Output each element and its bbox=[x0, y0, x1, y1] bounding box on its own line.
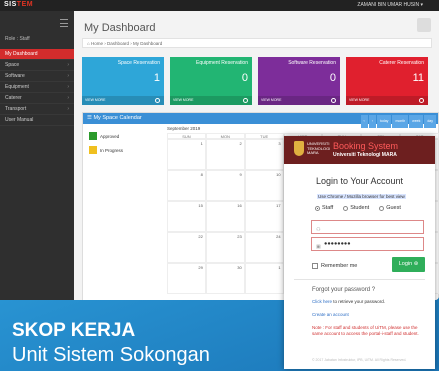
copyright: © 2017 Jabatan Infostruktur, IPB, UiTM. … bbox=[312, 358, 407, 362]
arrow-circle-icon bbox=[331, 98, 336, 103]
hero-subheading: Unit Sistem Sokongan bbox=[12, 344, 210, 366]
legend-in-progress: In Progress bbox=[89, 146, 123, 154]
tile-label: Caterer Reservation bbox=[379, 60, 424, 66]
remember-checkbox[interactable] bbox=[312, 263, 318, 269]
remember-me[interactable]: Remember me bbox=[312, 263, 357, 269]
sidebar-item-equipment[interactable]: Equipment › bbox=[0, 82, 74, 93]
tile-footer[interactable]: VIEW MORE bbox=[258, 96, 340, 105]
calendar-day-cell[interactable]: 24 bbox=[244, 232, 284, 263]
browser-note: Use Chrome / Mozilla browser for best vi… bbox=[317, 194, 406, 199]
day-view-button[interactable]: day bbox=[424, 115, 436, 128]
create-account-link[interactable]: Create an account bbox=[312, 312, 349, 317]
tile-caterer-reservation[interactable]: Caterer Reservation 11 VIEW MORE bbox=[346, 57, 428, 105]
calendar-day-cell[interactable]: 17 bbox=[244, 201, 284, 232]
login-button[interactable]: Login ⊛ bbox=[392, 257, 425, 272]
calendar-day-cell[interactable]: 1 bbox=[167, 139, 206, 170]
university-name: Universiti Teknologi MARA bbox=[333, 152, 397, 158]
menu-toggle-icon[interactable] bbox=[60, 19, 68, 27]
system-title: Booking System bbox=[333, 141, 399, 151]
remember-label: Remember me bbox=[321, 263, 358, 269]
tile-count: 0 bbox=[241, 72, 248, 84]
calendar-day-cell[interactable]: 29 bbox=[167, 263, 206, 294]
calendar-day-cell[interactable]: 10 bbox=[244, 170, 284, 201]
arrow-circle-icon bbox=[419, 98, 424, 103]
calendar-day-cell[interactable]: 3 bbox=[244, 139, 284, 170]
sidebar-item-user-manual[interactable]: User Manual bbox=[0, 115, 74, 126]
login-title: Login to Your Account bbox=[315, 176, 404, 186]
tile-space-reservation[interactable]: Space Reservation 1 VIEW MORE bbox=[82, 57, 164, 105]
sidebar-item-software[interactable]: Software › bbox=[0, 71, 74, 82]
calendar-day-cell[interactable]: 8 bbox=[167, 170, 206, 201]
sidebar: Role : Staff My Dashboard Space › Softwar… bbox=[0, 11, 74, 300]
tile-footer[interactable]: VIEW MORE bbox=[170, 96, 252, 105]
calendar-day-cell[interactable]: 30 bbox=[205, 263, 245, 294]
top-bar: SISTEM ZAMANI BIN UMAR HUSIN ▾ bbox=[0, 0, 439, 11]
user-menu[interactable]: ZAMANI BIN UMAR HUSIN ▾ bbox=[357, 2, 423, 8]
arrow-circle-icon bbox=[155, 98, 160, 103]
tile-footer[interactable]: VIEW MORE bbox=[346, 96, 428, 105]
login-panel: UNIVERSITI TEKNOLOGI MARA Booking System… bbox=[284, 136, 435, 369]
retrieve-password-link[interactable]: Click here bbox=[312, 299, 332, 304]
sidebar-item-transport[interactable]: Transport › bbox=[0, 104, 74, 115]
today-button[interactable]: today bbox=[376, 115, 392, 128]
page-title: My Dashboard bbox=[84, 22, 156, 34]
calendar-day-cell[interactable]: 23 bbox=[205, 232, 245, 263]
calendar-month: September 2019 bbox=[167, 126, 201, 131]
calendar-day-cell[interactable]: 15 bbox=[167, 201, 206, 232]
divider bbox=[294, 279, 425, 280]
week-view-button[interactable]: week bbox=[409, 115, 424, 128]
legend-approved: Approved bbox=[89, 132, 123, 140]
tile-label: Equipment Reservation bbox=[196, 60, 248, 66]
settings-icon[interactable] bbox=[417, 18, 431, 32]
tile-equipment-reservation[interactable]: Equipment Reservation 0 VIEW MORE bbox=[170, 57, 252, 105]
tile-count: 0 bbox=[329, 72, 336, 84]
hero-heading: SKOP KERJA bbox=[12, 320, 136, 341]
month-view-button[interactable]: month bbox=[392, 115, 409, 128]
breadcrumb[interactable]: ⌂ Home › Dashboard › My Dashboard bbox=[82, 38, 432, 48]
tile-label: Software Reservation bbox=[288, 60, 336, 66]
next-button[interactable]: › bbox=[368, 115, 376, 128]
role-radio-staff[interactable]: Staff bbox=[315, 205, 333, 211]
sidebar-item-caterer[interactable]: Caterer › bbox=[0, 93, 74, 104]
sidebar-item-space[interactable]: Space › bbox=[0, 60, 74, 71]
tile-count: 1 bbox=[153, 72, 160, 84]
role-label: Role : Staff bbox=[5, 36, 30, 42]
calendar-day-cell[interactable]: 22 bbox=[167, 232, 206, 263]
calendar-day-cell[interactable]: 1 bbox=[244, 263, 284, 294]
chevron-right-icon: › bbox=[67, 106, 69, 112]
tile-footer[interactable]: VIEW MORE bbox=[82, 96, 164, 105]
sidebar-item-dashboard[interactable]: My Dashboard bbox=[0, 49, 74, 60]
tile-software-reservation[interactable]: Software Reservation 0 VIEW MORE bbox=[258, 57, 340, 105]
login-header: UNIVERSITI TEKNOLOGI MARA Booking System… bbox=[284, 136, 435, 164]
user-icon: ⚇ bbox=[316, 227, 321, 233]
university-wordmark: UNIVERSITI TEKNOLOGI MARA bbox=[307, 141, 331, 155]
tile-label: Space Reservation bbox=[117, 60, 160, 66]
calendar-day-cell[interactable]: 9 bbox=[205, 170, 245, 201]
retrieve-password-text: Click here to retrieve your password. bbox=[312, 299, 386, 304]
username-input[interactable]: ⚇ bbox=[311, 220, 424, 234]
role-radio-guest[interactable]: Guest bbox=[379, 205, 401, 211]
calendar-legend: Approved In Progress bbox=[89, 132, 123, 160]
chevron-right-icon: › bbox=[67, 95, 69, 101]
role-radio-student[interactable]: Student bbox=[343, 205, 369, 211]
password-input[interactable]: ▣ ●●●●●●●● bbox=[311, 237, 424, 251]
calendar-day-cell[interactable]: 2 bbox=[205, 139, 245, 170]
tile-count: 11 bbox=[412, 72, 424, 84]
chevron-right-icon: › bbox=[67, 62, 69, 68]
prev-button[interactable]: ‹ bbox=[360, 115, 368, 128]
calendar-title: ☰ My Space Calendar bbox=[87, 115, 142, 121]
calendar-controls: ‹ › today month week day bbox=[360, 115, 436, 128]
uitm-crest-logo bbox=[294, 141, 304, 156]
arrow-circle-icon bbox=[243, 98, 248, 103]
calendar-header: ☰ My Space Calendar ‹ › today month week… bbox=[83, 113, 438, 128]
calendar-day-cell[interactable]: 16 bbox=[205, 201, 245, 232]
chevron-right-icon: › bbox=[67, 84, 69, 90]
lock-icon: ▣ bbox=[316, 244, 321, 250]
staff-student-note: Note : For staff and students of UiTM, p… bbox=[312, 325, 419, 336]
forgot-password-title: Forgot your password ? bbox=[312, 287, 376, 293]
chevron-right-icon: › bbox=[67, 73, 69, 79]
role-selector: Staff Student Guest bbox=[315, 205, 401, 211]
app-logo[interactable]: SISTEM bbox=[4, 1, 33, 8]
